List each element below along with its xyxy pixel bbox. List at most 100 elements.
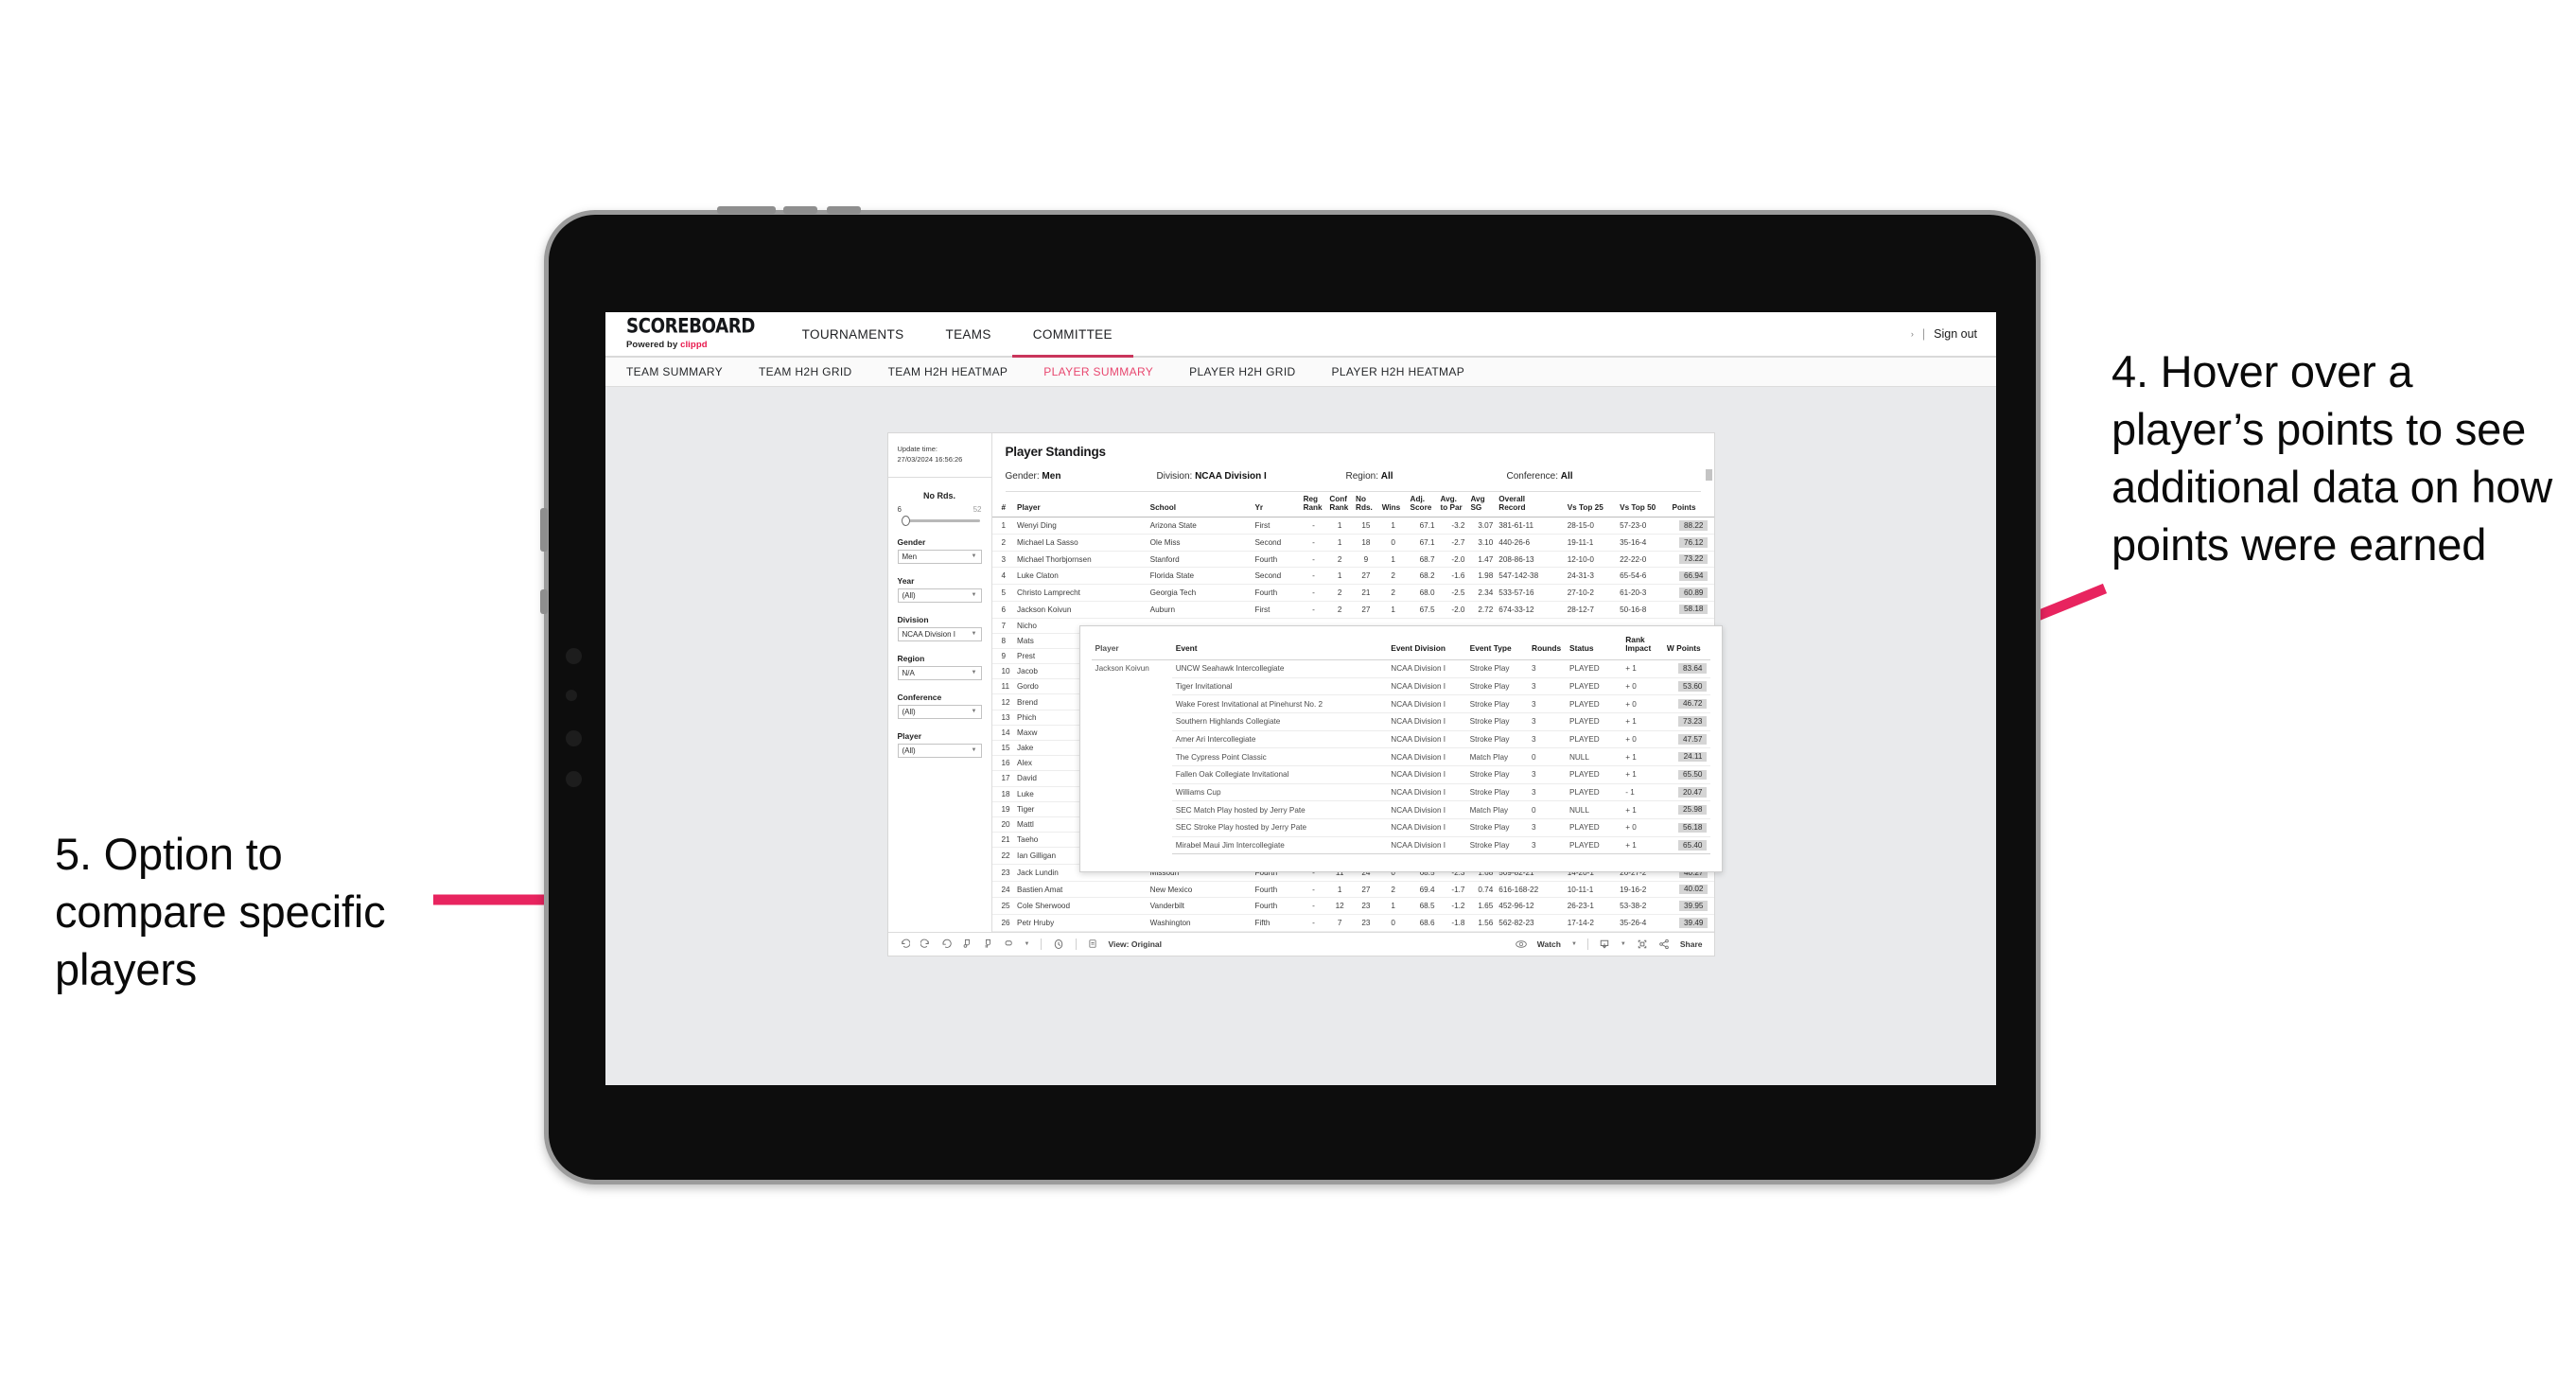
volume-up-button[interactable] [783,206,817,214]
table-row[interactable]: 5 Christo Lamprecht Georgia Tech Fourth -2 21… [991,584,1714,602]
side-button-lower[interactable] [540,589,548,614]
column-header-school[interactable]: School [1147,492,1253,518]
toolbar-divider [1586,938,1588,950]
column-header-wins[interactable]: Wins [1378,492,1408,518]
column-header-num[interactable]: # [991,492,1015,518]
pause-refresh-icon[interactable] [962,939,973,949]
watch-eye-icon[interactable] [1516,939,1527,950]
points-badge[interactable]: 39.49 [1678,918,1708,928]
column-header-nords[interactable]: No Rds. [1353,492,1379,518]
slider-handle[interactable] [901,515,910,526]
column-header-overall[interactable]: Overall Record [1496,492,1565,518]
column-header-avgsg[interactable]: Avg SG [1467,492,1497,518]
filter-year-select[interactable]: (All) ▼ [897,588,982,603]
filter-player-select[interactable]: (All) ▼ [897,743,982,758]
filter-no-rounds-slider[interactable]: No Rds. 6 52 [898,491,982,526]
points-badge[interactable]: 40.02 [1678,884,1708,895]
undo-icon[interactable] [900,939,910,949]
table-row[interactable]: 25 Cole Sherwood Vanderbilt Fourth -12 23 1 68.… [991,897,1714,916]
column-header-points[interactable]: Points [1669,492,1714,518]
table-row[interactable]: 1 Wenyi Ding Arizona State First -1 15 1 67.1 -3… [991,517,1714,535]
power-button[interactable] [717,206,776,214]
cell-school: Ole Miss [1147,534,1253,552]
filter-conference-select[interactable]: (All) ▼ [897,704,982,719]
cell-nords: 27 [1353,601,1379,619]
tooltip-cell-rounds: 3 [1528,818,1566,837]
fullscreen-icon[interactable] [1637,939,1648,950]
filter-division-select[interactable]: NCAA Division I ▼ [897,626,982,641]
table-row[interactable]: 24 Bastien Amat New Mexico Fourth -1 27 2 69.4-… [991,881,1714,899]
cell-top50: 22-22-0 [1617,551,1670,569]
cell-school: Stanford [1147,551,1253,569]
points-badge[interactable]: 88.22 [1678,520,1708,531]
column-header-confrank[interactable]: Conf Rank [1326,492,1354,518]
view-original-group[interactable]: View: Original [1088,939,1162,949]
cell-points: 39.49 [1669,914,1714,932]
history-clock-icon[interactable] [1053,939,1064,950]
watch-label[interactable]: Watch [1537,939,1561,949]
points-badge[interactable]: 66.94 [1678,570,1708,582]
filter-region-select[interactable]: N/A ▼ [897,665,982,680]
subtab-player-h2h-grid[interactable]: PLAYER H2H GRID [1189,365,1295,378]
column-header-yr[interactable]: Yr [1252,492,1301,518]
column-header-top50[interactable]: Vs Top 50 [1617,492,1670,518]
redo-icon[interactable] [920,939,931,949]
vertical-scrollbar[interactable] [1705,469,1712,481]
toolbar-right-group: Watch ▼ ▼ Share [1516,938,1703,950]
points-badge[interactable]: 76.12 [1678,537,1708,548]
nav-tab-teams[interactable]: TEAMS [924,312,1011,356]
cell-avgpar: -3.2 [1437,517,1468,535]
subtab-team-h2h-grid[interactable]: TEAM H2H GRID [759,365,852,378]
pause-auto-update-icon[interactable] [1004,939,1014,949]
table-row[interactable]: 2 Michael La Sasso Ole Miss Second -1 18 0 67.1… [991,534,1714,552]
cell-yr: First [1252,601,1301,619]
subtab-team-h2h-heatmap[interactable]: TEAM H2H HEATMAP [888,365,1008,378]
table-row[interactable]: 6 Jackson Koivun Auburn First -2 27 1 67.5 -2.0 2… [991,601,1714,619]
nav-tab-committee[interactable]: COMMITTEE [1011,312,1134,358]
tooltip-cell-type: Stroke Play [1465,730,1529,749]
revert-icon[interactable] [941,939,952,949]
points-badge[interactable]: 73.22 [1678,553,1708,565]
share-label[interactable]: Share [1680,939,1703,949]
cell-num: 7 [991,618,1015,634]
powered-by-text: Powered by [626,340,681,350]
nav-tab-tournaments[interactable]: TOURNAMENTS [781,312,925,356]
subtab-team-summary[interactable]: TEAM SUMMARY [626,365,723,378]
sub-navigation-bar: TEAM SUMMARY TEAM H2H GRID TEAM H2H HEAT… [605,358,1996,387]
cell-avgsg: 1.47 [1467,551,1497,569]
cell-school: Auburn [1147,601,1253,619]
column-header-regrank[interactable]: Reg Rank [1300,492,1327,518]
points-badge[interactable]: 60.89 [1678,588,1708,598]
table-row[interactable]: 3 Michael Thorbjornsen Stanford Fourth -2 9 1 6… [991,551,1714,569]
user-menu-caret-icon[interactable]: › [1911,329,1914,339]
points-badge[interactable]: 39.95 [1678,901,1708,911]
cell-confrank: 1 [1326,534,1354,552]
column-header-adjscore[interactable]: Adj. Score [1407,492,1438,518]
w-points-badge: 65.50 [1677,769,1707,781]
cell-overall: 381-61-11 [1496,517,1565,535]
side-button-upper[interactable] [540,508,548,552]
sign-out-link[interactable]: Sign out [1934,327,1977,341]
cell-num: 16 [991,755,1015,772]
chevron-down-icon[interactable]: ▼ [1571,941,1577,947]
subtab-player-summary[interactable]: PLAYER SUMMARY [1043,365,1153,378]
points-badge[interactable]: 58.18 [1678,604,1708,615]
update-time-value: 27/03/2024 16:56:26 [897,454,963,464]
table-row[interactable]: 4 Luke Claton Florida State Second -1 27 2 68.2… [991,567,1714,586]
column-header-top25[interactable]: Vs Top 25 [1564,492,1618,518]
share-icon[interactable] [1658,939,1670,950]
table-row[interactable]: 26 Petr Hruby Washington Fifth -7 23 0 68.6 -1.8… [991,914,1714,932]
no-rounds-track[interactable] [898,515,982,526]
chevron-down-icon[interactable]: ▼ [1025,941,1030,947]
filter-gender-select[interactable]: Men ▼ [897,549,982,564]
chevron-down-icon[interactable]: ▼ [1621,941,1626,947]
subtab-player-h2h-heatmap[interactable]: PLAYER H2H HEATMAP [1332,365,1465,378]
download-icon[interactable] [1599,939,1610,950]
brand-logo[interactable]: SCOREBOARD Powered by clippd [605,312,781,356]
column-header-player[interactable]: Player [1014,492,1148,518]
cell-num: 12 [991,693,1015,711]
resume-refresh-icon[interactable] [983,939,993,949]
volume-down-button[interactable] [827,206,861,214]
column-header-avgpar[interactable]: Avg. to Par [1437,492,1468,518]
cell-school: Georgia Tech [1147,584,1253,602]
